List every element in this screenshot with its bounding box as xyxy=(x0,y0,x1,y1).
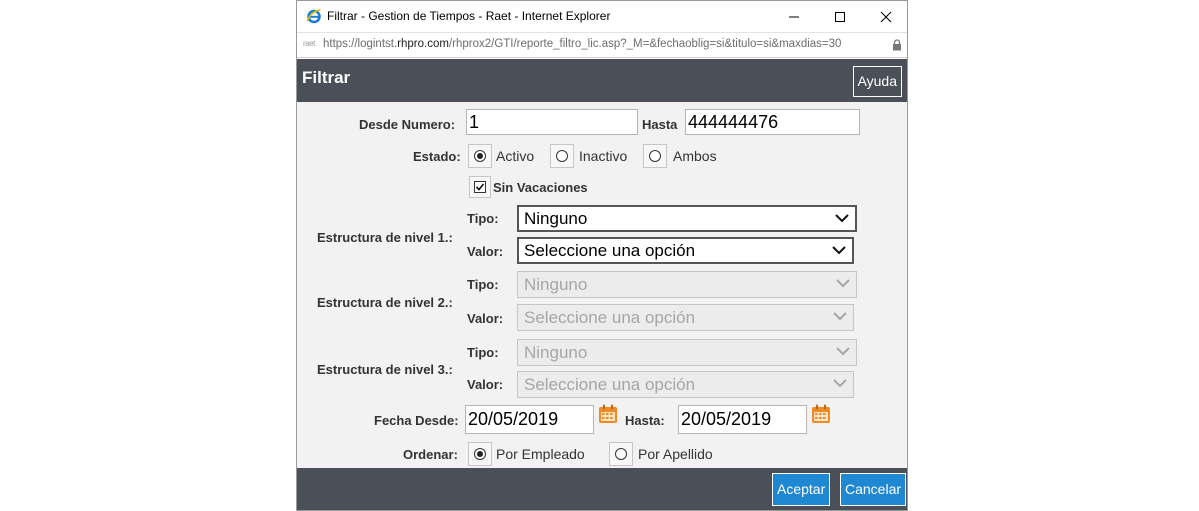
calendar-icon[interactable] xyxy=(598,404,618,424)
ordenar-label: Ordenar: xyxy=(403,447,458,462)
page-title: Filtrar xyxy=(302,68,351,87)
nivel-1-tipo-label: Tipo: xyxy=(467,211,499,226)
hasta-numero-input[interactable]: 444444476 xyxy=(685,109,860,135)
estado-radio-activo[interactable] xyxy=(468,144,492,168)
chevron-down-icon xyxy=(836,347,850,356)
nivel-2-tipo-select[interactable]: Ninguno xyxy=(517,271,857,298)
nivel-2-valor-label: Valor: xyxy=(467,311,504,326)
nivel-1-tipo-select[interactable]: Ninguno xyxy=(517,205,857,232)
filter-form: Desde Numero: 1 Hasta 444444476 Estado: … xyxy=(297,102,907,468)
nivel-1-valor-label: Valor: xyxy=(467,244,504,259)
dialog-footer: Aceptar Cancelar xyxy=(297,468,907,510)
estado-label: Estado: xyxy=(413,149,461,164)
estado-option-inactivo: Inactivo xyxy=(579,148,628,164)
window-title: Filtrar - Gestion de Tiempos - Raet - In… xyxy=(327,9,611,23)
chevron-down-icon xyxy=(833,379,847,388)
nivel-1-valor-select[interactable]: Seleccione una opción xyxy=(517,237,854,264)
chevron-down-icon xyxy=(836,279,850,288)
close-button[interactable] xyxy=(863,1,907,32)
ordenar-option-empleado: Por Empleado xyxy=(496,446,585,462)
checkbox-checked-icon xyxy=(474,181,486,193)
sin-vacaciones-label: Sin Vacaciones xyxy=(493,180,588,195)
fecha-hasta-input[interactable]: 20/05/2019 xyxy=(678,405,807,434)
nivel-3-tipo-select[interactable]: Ninguno xyxy=(517,339,857,366)
maximize-button[interactable] xyxy=(817,1,863,32)
estado-option-ambos: Ambos xyxy=(673,148,717,164)
chevron-down-icon xyxy=(832,246,846,255)
ordenar-radio-empleado[interactable] xyxy=(468,442,492,466)
estructura-nivel-3-label: Estructura de nivel 3.: xyxy=(317,362,453,377)
site-favicon: raet xyxy=(303,39,315,48)
sin-vacaciones-checkbox[interactable] xyxy=(469,176,491,198)
help-button[interactable]: Ayuda xyxy=(852,66,902,97)
estado-radio-inactivo[interactable] xyxy=(550,144,574,168)
radio-checked-icon xyxy=(474,150,486,162)
ordenar-option-apellido: Por Apellido xyxy=(638,446,713,462)
estructura-nivel-1-label: Estructura de nivel 1.: xyxy=(317,230,453,245)
fecha-hasta-label: Hasta: xyxy=(625,413,665,428)
desde-numero-input[interactable]: 1 xyxy=(466,109,638,135)
close-icon xyxy=(880,11,892,23)
hasta-numero-label: Hasta xyxy=(642,117,678,132)
estado-radio-ambos[interactable] xyxy=(643,144,667,168)
nivel-3-tipo-label: Tipo: xyxy=(467,345,499,360)
dialog-header: Filtrar Ayuda xyxy=(297,59,907,102)
minimize-button[interactable] xyxy=(771,1,817,32)
radio-unchecked-icon xyxy=(615,448,627,460)
radio-unchecked-icon xyxy=(649,150,661,162)
nivel-3-valor-select[interactable]: Seleccione una opción xyxy=(517,371,854,398)
window-titlebar: Filtrar - Gestion de Tiempos - Raet - In… xyxy=(297,1,907,32)
radio-checked-icon xyxy=(474,448,486,460)
chevron-down-icon xyxy=(835,214,849,223)
browser-window: Filtrar - Gestion de Tiempos - Raet - In… xyxy=(296,0,908,511)
fecha-desde-label: Fecha Desde: xyxy=(374,413,459,428)
cancel-button[interactable]: Cancelar xyxy=(840,473,907,506)
radio-unchecked-icon xyxy=(556,150,568,162)
chevron-down-icon xyxy=(833,312,847,321)
internet-explorer-icon xyxy=(306,9,321,24)
ordenar-radio-apellido[interactable] xyxy=(609,442,633,466)
nivel-2-valor-select[interactable]: Seleccione una opción xyxy=(517,304,854,331)
estructura-nivel-2-label: Estructura de nivel 2.: xyxy=(317,295,453,310)
url-text[interactable]: https://logintst.rhpro.com/rhprox2/GTI/r… xyxy=(323,38,841,50)
accept-button[interactable]: Aceptar xyxy=(772,473,831,506)
maximize-icon xyxy=(835,12,845,22)
lock-icon xyxy=(893,39,901,51)
minimize-icon xyxy=(789,16,799,18)
calendar-icon[interactable] xyxy=(811,404,831,424)
nivel-3-valor-label: Valor: xyxy=(467,377,504,392)
fecha-desde-input[interactable]: 20/05/2019 xyxy=(465,405,594,434)
desde-numero-label: Desde Numero: xyxy=(359,117,456,132)
estado-option-activo: Activo xyxy=(496,148,535,164)
address-bar[interactable]: raet https://logintst.rhpro.com/rhprox2/… xyxy=(297,32,907,58)
nivel-2-tipo-label: Tipo: xyxy=(467,277,499,292)
